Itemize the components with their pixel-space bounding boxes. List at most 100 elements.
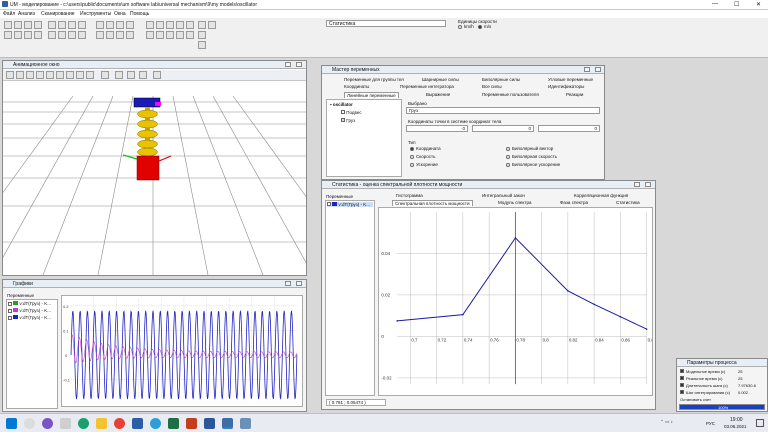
tab-psd[interactable]: Спектральная плотность мощности [392, 200, 473, 206]
chrome-icon[interactable] [114, 418, 125, 429]
export-icon[interactable] [126, 21, 134, 29]
tree-root[interactable]: ▪ oscillator [330, 102, 353, 107]
task-view-icon[interactable] [60, 418, 71, 429]
minimize-button[interactable]: — [712, 1, 718, 7]
stats-icon[interactable] [96, 21, 104, 29]
tab-expression[interactable]: Выражение [426, 92, 450, 97]
camera-icon[interactable] [106, 21, 114, 29]
stop-button[interactable]: Остановить счет [680, 397, 711, 402]
type-bipolar-velocity-radio[interactable] [506, 155, 510, 159]
menu-analysis[interactable]: Анализ [18, 11, 35, 17]
axis-icon[interactable] [4, 31, 12, 39]
help-icon[interactable] [126, 31, 134, 39]
tab-coordinates[interactable]: Координаты [344, 84, 369, 89]
tab-bipolar-forces[interactable]: Биполярные силы [482, 77, 520, 82]
type-accel-radio[interactable] [410, 163, 414, 167]
maximize-button[interactable]: ☐ [734, 1, 739, 8]
cube-icon[interactable] [208, 21, 216, 29]
anim-fit-icon[interactable] [76, 71, 84, 79]
tab-linear-vars[interactable]: Линейные переменные [344, 92, 399, 98]
stats-list-item[interactable]: v:dT(Груз) - K... [327, 202, 373, 207]
statistics-select[interactable]: Статистика [326, 20, 446, 27]
anim-pan-icon[interactable] [66, 71, 74, 79]
anim-axis-icon[interactable] [46, 71, 54, 79]
view-side-icon[interactable] [186, 31, 194, 39]
menu-file[interactable]: Файл [3, 11, 15, 17]
record-icon[interactable] [186, 21, 194, 29]
edge-icon[interactable] [78, 418, 89, 429]
app-icon[interactable] [132, 418, 143, 429]
anim-cube-icon[interactable] [115, 71, 123, 79]
copy-icon[interactable] [116, 21, 124, 29]
coord-y-field[interactable]: 0 [472, 125, 534, 132]
zoom-icon[interactable] [156, 21, 164, 29]
coord-z-field[interactable]: 0 [538, 125, 600, 132]
anim-minimize-button[interactable] [285, 62, 291, 67]
view-top-icon[interactable] [176, 31, 184, 39]
light-icon[interactable] [24, 31, 32, 39]
graph-list-item[interactable]: v:dT(Груз) - K... [8, 308, 51, 313]
search-icon[interactable] [24, 418, 35, 429]
graph-list-item[interactable]: v:dT(Груз) - K... [8, 315, 51, 320]
grid-icon[interactable] [14, 31, 22, 39]
graph-list-item[interactable]: v:dT(Груз) - K... [8, 301, 51, 306]
type-bipolar-accel-radio[interactable] [506, 163, 510, 167]
scene-icon[interactable] [48, 21, 56, 29]
new-model-icon[interactable] [4, 21, 12, 29]
tab-spectrum-phase[interactable]: Фаза спектра [560, 200, 588, 205]
clock-date[interactable]: 03.06.2021 [724, 424, 747, 429]
pan-icon[interactable] [166, 21, 174, 29]
tab-histogram[interactable]: Гистограмма [396, 193, 423, 198]
tab-statistics[interactable]: Статистика [616, 200, 640, 205]
viber-icon[interactable] [42, 418, 53, 429]
tab-correlation[interactable]: Корреляционная функция [574, 193, 628, 198]
chart-icon[interactable] [106, 31, 114, 39]
close-button[interactable]: ✕ [756, 1, 761, 8]
tab-integrator-vars[interactable]: Переменные интегратора [400, 84, 454, 89]
time-plot[interactable]: 0.2 0.1 0 -0.1 [61, 295, 303, 407]
wizard-minimize-button[interactable] [584, 67, 590, 72]
tab-all-forces[interactable]: Все силы [482, 84, 502, 89]
zoom-in-icon[interactable] [198, 31, 206, 39]
speed-ms-radio[interactable] [478, 25, 482, 29]
tab-body-group-vars[interactable]: Переменные для группы тел [344, 77, 404, 82]
zoom-out-icon[interactable] [198, 41, 206, 49]
anim-record-icon[interactable] [101, 71, 109, 79]
selected-field[interactable]: Груз [406, 107, 600, 114]
spring-icon[interactable] [68, 31, 76, 39]
tab-user-vars[interactable]: Переменные пользователя [482, 92, 539, 97]
anim-settings-icon[interactable] [153, 71, 161, 79]
save-icon[interactable] [24, 21, 32, 29]
anim-rotate-icon[interactable] [56, 71, 64, 79]
joint-icon[interactable] [48, 31, 56, 39]
fit-icon[interactable] [176, 21, 184, 29]
wizard-close-button[interactable] [595, 67, 601, 72]
menu-tools[interactable]: Инструменты [80, 11, 111, 17]
open-icon[interactable] [14, 21, 22, 29]
coord-x-field[interactable]: 0 [406, 125, 468, 132]
run-icon[interactable] [34, 21, 42, 29]
anim-camera-icon[interactable] [6, 71, 14, 79]
tab-identifiers[interactable]: Идентификаторы [548, 84, 584, 89]
stats-close-button[interactable] [645, 182, 651, 187]
table-icon[interactable] [68, 21, 76, 29]
tab-integral-law[interactable]: Интегральный закон [482, 193, 525, 198]
clock-time[interactable]: 19:00 [730, 417, 743, 423]
anim-cube2-icon[interactable] [127, 71, 135, 79]
anim-grid-icon[interactable] [36, 71, 44, 79]
um-second-icon[interactable] [240, 418, 251, 429]
stats-minimize-button[interactable] [634, 182, 640, 187]
tab-reactions[interactable]: Реакции [566, 92, 583, 97]
graph-icon[interactable] [58, 21, 66, 29]
psd-chart[interactable]: 0.04 0.02 0 -0.02 0.7 0.72 0.74 0.76 0.78 0.8 0.8… [378, 207, 653, 396]
start-icon[interactable] [6, 418, 17, 429]
speed-km-radio[interactable] [458, 25, 462, 29]
um-icon[interactable] [222, 418, 233, 429]
powerpoint-icon[interactable] [186, 418, 197, 429]
graph-minimize-button[interactable] [285, 281, 291, 286]
wizard-icon[interactable] [78, 21, 86, 29]
type-coordinate-radio[interactable] [410, 147, 414, 151]
body-icon[interactable] [34, 31, 42, 39]
language-indicator[interactable]: РУС [706, 421, 715, 426]
excel-icon[interactable] [168, 418, 179, 429]
